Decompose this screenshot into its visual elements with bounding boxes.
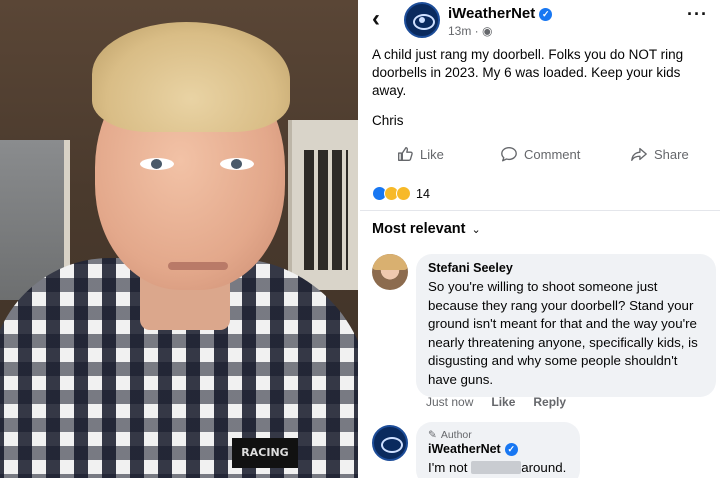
page-name-text[interactable]: iWeatherNet (448, 5, 535, 22)
comment-time[interactable]: Just now (426, 395, 473, 409)
mouth (168, 262, 228, 270)
background-window (288, 120, 358, 290)
reaction-count: 14 (416, 186, 430, 201)
share-label: Share (654, 146, 689, 162)
comment-author-name[interactable]: iWeatherNet (428, 442, 501, 456)
comment-bubble: Stefani Seeley So you're willing to shoo… (416, 254, 716, 397)
reactions-summary[interactable]: 14 (372, 186, 430, 201)
comment-author[interactable]: iWeatherNet ✓ (428, 442, 568, 456)
post-timestamp[interactable]: 13m · ◉ (448, 24, 492, 38)
post-signature: Chris (372, 113, 404, 128)
chevron-down-icon: ⌄ (471, 223, 481, 236)
share-icon (631, 147, 647, 161)
share-button[interactable]: Share (630, 145, 689, 163)
comment-reply-button[interactable]: Reply (533, 395, 566, 409)
comment-button[interactable]: Comment (500, 145, 580, 163)
like-button[interactable]: Like (396, 145, 444, 163)
comment-icon (501, 147, 517, 162)
comment-sort-dropdown[interactable]: Most relevant ⌄ (372, 221, 481, 237)
comment-text-end: around. (521, 460, 567, 475)
post-body: A child just rang my doorbell. Folks you… (372, 47, 684, 98)
comment-text: I'm not around. (428, 459, 568, 478)
more-horizontal-icon[interactable]: ··· (687, 4, 708, 25)
pencil-icon: ✎ (428, 429, 437, 441)
comment-like-button[interactable]: Like (491, 395, 515, 409)
chevron-left-icon[interactable]: ‹ (372, 5, 380, 33)
right-eye (220, 158, 254, 170)
author-badge: ✎ Author (428, 429, 568, 441)
author-badge-label: Author (440, 429, 472, 441)
profile-photo: RACING (0, 0, 358, 478)
wow-reaction-icon (396, 186, 411, 201)
commenter-avatar[interactable] (372, 425, 408, 461)
divider (360, 210, 720, 211)
commenter-avatar[interactable] (372, 254, 408, 290)
sort-label: Most relevant (372, 221, 466, 237)
post-header: ‹ iWeatherNet ✓ 13m · ◉ ··· (360, 0, 720, 42)
comment-author[interactable]: Stefani Seeley (428, 261, 704, 275)
page-avatar[interactable] (404, 2, 440, 38)
hair (92, 22, 290, 132)
comment-text: So you're willing to shoot someone just … (428, 279, 698, 387)
comment-bubble: ✎ Author iWeatherNet ✓ I'm not around. (416, 422, 580, 478)
post-actions: Like Comment Share (360, 145, 720, 171)
verified-badge-icon: ✓ (539, 8, 553, 21)
comment-text-start: I'm not (428, 460, 468, 475)
redacted-word (471, 461, 522, 474)
facebook-post-panel: ‹ iWeatherNet ✓ 13m · ◉ ··· A child just … (360, 0, 720, 478)
comment-label: Comment (524, 146, 581, 162)
verified-badge-icon: ✓ (504, 443, 518, 456)
thumbs-up-icon (398, 147, 413, 161)
page-name[interactable]: iWeatherNet ✓ (448, 5, 553, 22)
like-label: Like (420, 146, 444, 162)
comment-meta: Just now Like Reply (426, 395, 566, 409)
left-eye (140, 158, 174, 170)
shirt-patch: RACING (232, 438, 298, 468)
